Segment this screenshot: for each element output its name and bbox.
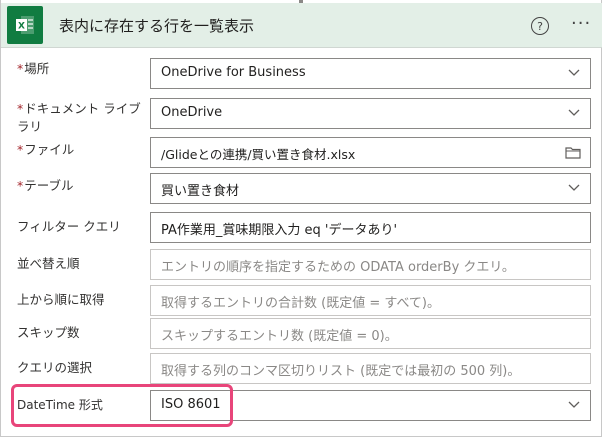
library-dropdown[interactable]: OneDrive xyxy=(150,98,591,129)
required-marker: * xyxy=(17,142,24,157)
more-options-icon[interactable]: ··· xyxy=(571,15,591,33)
location-value: OneDrive for Business xyxy=(161,65,306,80)
library-label-line2: ラリ xyxy=(17,119,43,134)
file-picker[interactable]: /Glideとの連携/買い置き食材.xlsx xyxy=(150,137,591,168)
file-value: /Glideとの連携/買い置き食材.xlsx xyxy=(161,147,356,162)
action-card: X 表内に存在する行を一覧表示 ? ··· *場所 OneDrive for B… xyxy=(0,0,602,437)
required-marker: * xyxy=(17,178,24,193)
table-label-text: テーブル xyxy=(24,178,74,193)
folder-icon[interactable] xyxy=(565,146,581,159)
chevron-down-icon xyxy=(568,184,580,191)
location-label: *場所 xyxy=(17,60,49,78)
select-query-input[interactable]: 取得する列のコンマ区切りリスト (既定では最初の 500 列)。 xyxy=(150,353,591,384)
required-marker: * xyxy=(17,61,24,76)
chevron-down-icon xyxy=(568,69,580,76)
orderby-placeholder: エントリの順序を指定するための ODATA orderBy クエリ。 xyxy=(161,260,515,275)
library-value: OneDrive xyxy=(161,105,223,120)
location-dropdown[interactable]: OneDrive for Business xyxy=(150,58,591,89)
file-label: *ファイル xyxy=(17,141,74,159)
top-placeholder: 取得するエントリの合計数 (既定値 = すべて)。 xyxy=(161,296,441,311)
filter-value: PA作業用_賞味期限入力 eq 'データあり' xyxy=(161,223,398,238)
filter-label: フィルター クエリ xyxy=(17,219,121,234)
action-title: 表内に存在する行を一覧表示 xyxy=(59,17,255,35)
chevron-down-icon xyxy=(568,401,580,408)
top-label: 上から順に取得 xyxy=(17,292,105,307)
skip-placeholder: スキップするエントリ数 (既定値 = 0)。 xyxy=(161,329,398,344)
action-header[interactable]: X 表内に存在する行を一覧表示 ? ··· xyxy=(1,3,602,48)
svg-text:X: X xyxy=(18,22,25,32)
filter-query-input[interactable]: PA作業用_賞味期限入力 eq 'データあり' xyxy=(150,212,591,243)
highlight-box xyxy=(11,384,233,427)
table-value: 買い置き食材 xyxy=(161,184,240,199)
select-placeholder: 取得する列のコンマ区切りリスト (既定では最初の 500 列)。 xyxy=(161,364,521,379)
file-label-text: ファイル xyxy=(24,142,75,157)
excel-icon: X xyxy=(7,6,43,44)
top-count-input[interactable]: 取得するエントリの合計数 (既定値 = すべて)。 xyxy=(150,285,591,316)
skip-count-input[interactable]: スキップするエントリ数 (既定値 = 0)。 xyxy=(150,318,591,349)
location-label-text: 場所 xyxy=(24,61,50,76)
select-label: クエリの選択 xyxy=(17,360,93,375)
orderby-input[interactable]: エントリの順序を指定するための ODATA orderBy クエリ。 xyxy=(150,249,591,280)
table-label: *テーブル xyxy=(17,177,74,195)
library-label: *ドキュメント ライブラリ xyxy=(17,100,141,136)
table-dropdown[interactable]: 買い置き食材 xyxy=(150,173,591,204)
required-marker: * xyxy=(17,101,24,116)
skip-label: スキップ数 xyxy=(17,325,80,340)
orderby-label: 並べ替え順 xyxy=(17,256,80,271)
library-label-line1: ドキュメント ライブ xyxy=(24,101,141,116)
chevron-down-icon xyxy=(568,109,580,116)
help-icon[interactable]: ? xyxy=(531,17,549,35)
